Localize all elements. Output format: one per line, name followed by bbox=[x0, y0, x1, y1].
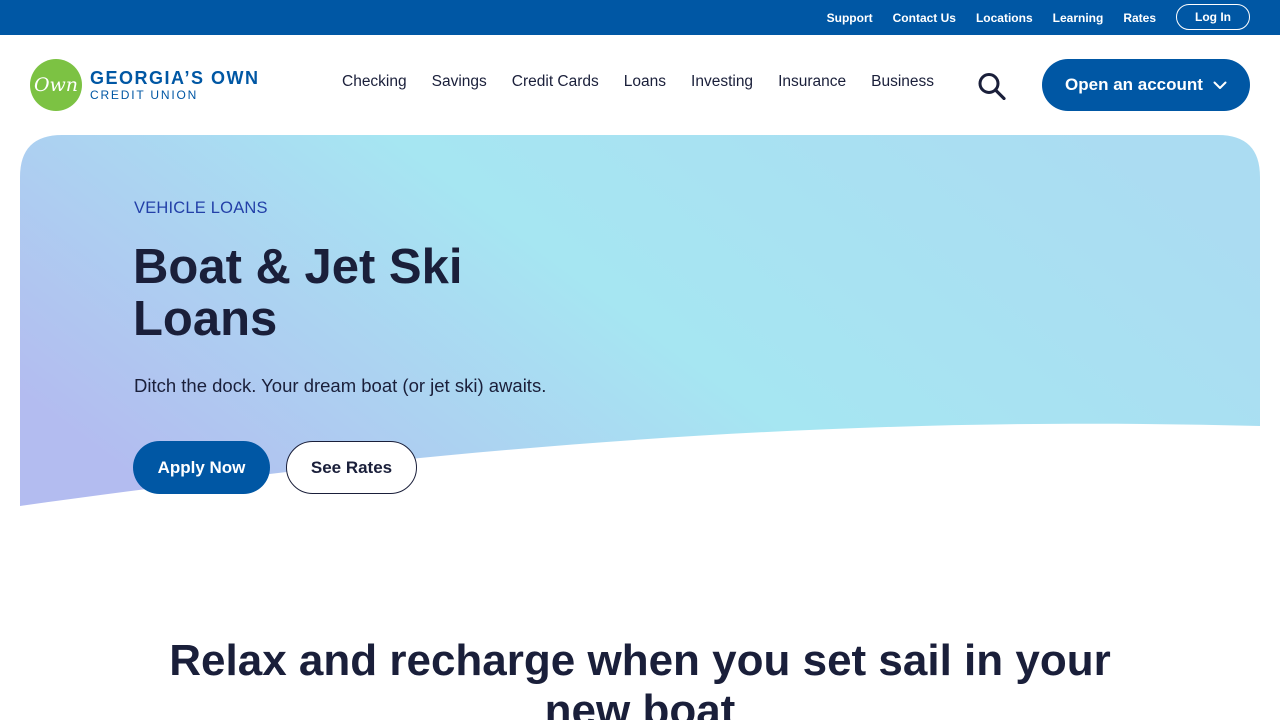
logo-mark: Own bbox=[30, 59, 82, 111]
utility-link-support[interactable]: Support bbox=[827, 11, 873, 25]
nav-item-insurance[interactable]: Insurance bbox=[778, 73, 846, 91]
open-account-button[interactable]: Open an account bbox=[1042, 59, 1250, 111]
utility-nav: Support Contact Us Locations Learning Ra… bbox=[827, 0, 1156, 35]
nav-item-business[interactable]: Business bbox=[871, 73, 934, 91]
hero-subtitle: Ditch the dock. Your dream boat (or jet … bbox=[134, 375, 547, 396]
hero-title: Boat & Jet Ski Loans bbox=[133, 240, 463, 346]
nav-item-loans[interactable]: Loans bbox=[624, 73, 666, 91]
primary-nav: Checking Savings Credit Cards Loans Inve… bbox=[342, 73, 934, 91]
main-header: Own GEORGIA’S OWN CREDIT UNION Checking … bbox=[0, 35, 1280, 135]
nav-item-savings[interactable]: Savings bbox=[432, 73, 487, 91]
logo-wordmark: GEORGIA’S OWN CREDIT UNION bbox=[90, 68, 260, 102]
logo-name-line1: GEORGIA’S OWN bbox=[90, 68, 260, 88]
logo-name-line2: CREDIT UNION bbox=[90, 88, 199, 102]
brand-logo[interactable]: Own GEORGIA’S OWN CREDIT UNION bbox=[30, 59, 260, 111]
nav-item-checking[interactable]: Checking bbox=[342, 73, 407, 91]
hero-eyebrow: VEHICLE LOANS bbox=[134, 199, 268, 217]
chevron-down-icon bbox=[1213, 81, 1227, 89]
nav-item-credit-cards[interactable]: Credit Cards bbox=[512, 73, 599, 91]
utility-link-learning[interactable]: Learning bbox=[1053, 11, 1104, 25]
hero-banner: VEHICLE LOANS Boat & Jet Ski Loans Ditch… bbox=[20, 135, 1260, 510]
section-heading: Relax and recharge when you set sail in … bbox=[169, 636, 1111, 720]
see-rates-button[interactable]: See Rates bbox=[286, 441, 417, 494]
nav-item-investing[interactable]: Investing bbox=[691, 73, 753, 91]
utility-link-locations[interactable]: Locations bbox=[976, 11, 1033, 25]
open-account-label: Open an account bbox=[1065, 75, 1203, 94]
utility-link-rates[interactable]: Rates bbox=[1123, 11, 1156, 25]
utility-bar: Support Contact Us Locations Learning Ra… bbox=[0, 0, 1280, 35]
search-button[interactable] bbox=[976, 71, 1008, 101]
apply-now-button[interactable]: Apply Now bbox=[133, 441, 270, 494]
login-button[interactable]: Log In bbox=[1176, 4, 1250, 30]
search-icon bbox=[978, 73, 1006, 100]
utility-link-contact-us[interactable]: Contact Us bbox=[893, 11, 956, 25]
